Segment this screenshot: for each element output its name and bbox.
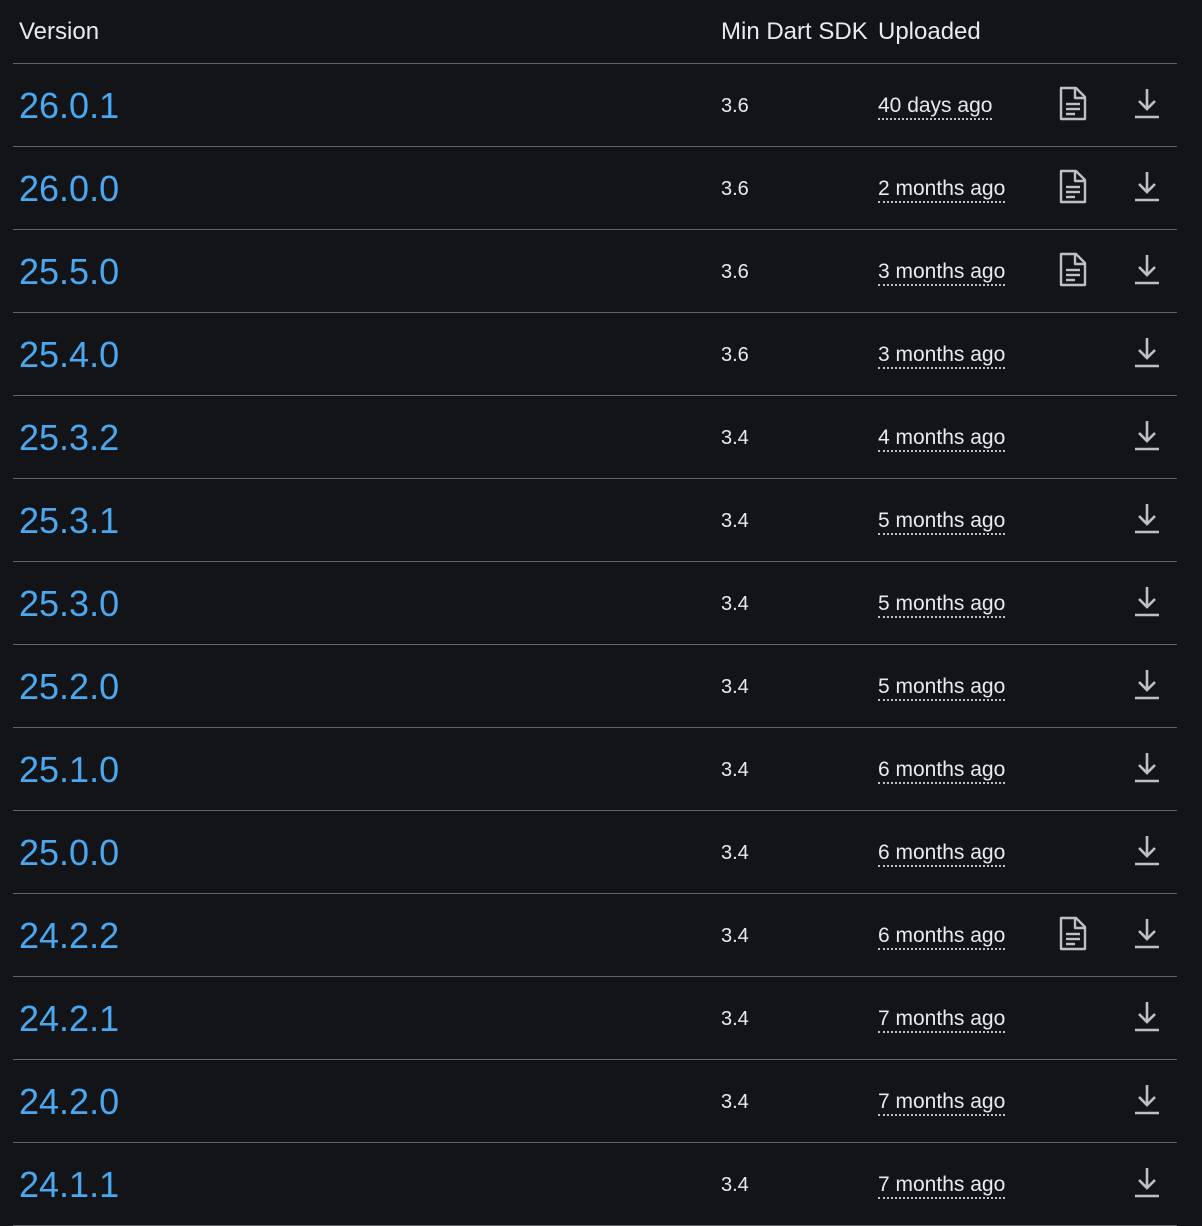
- version-link[interactable]: 24.2.2: [19, 916, 119, 956]
- download-icon[interactable]: [1131, 501, 1163, 537]
- table-row: 25.3.2 3.4 4 months ago: [13, 396, 1177, 479]
- version-link[interactable]: 24.1.1: [19, 1165, 119, 1205]
- uploaded-time: 2 months ago: [878, 177, 1006, 203]
- version-link[interactable]: 26.0.1: [19, 86, 119, 126]
- uploaded-time: 3 months ago: [878, 260, 1006, 286]
- table-row: 25.2.0 3.4 5 months ago: [13, 645, 1177, 728]
- download-icon[interactable]: [1131, 169, 1163, 205]
- table-header: Version Min Dart SDK Uploaded: [13, 0, 1177, 64]
- download-icon[interactable]: [1131, 667, 1163, 703]
- min-dart-sdk-value: 3.6: [721, 178, 749, 200]
- changelog-icon[interactable]: [1056, 169, 1088, 205]
- uploaded-time: 7 months ago: [878, 1007, 1006, 1033]
- table-row: 24.1.1 3.4 7 months ago: [13, 1143, 1177, 1226]
- download-icon[interactable]: [1131, 833, 1163, 869]
- table-row: 26.0.1 3.6 40 days ago: [13, 64, 1177, 147]
- version-link[interactable]: 24.2.0: [19, 1082, 119, 1122]
- download-icon[interactable]: [1131, 252, 1163, 288]
- uploaded-time: 5 months ago: [878, 509, 1006, 535]
- changelog-icon[interactable]: [1056, 252, 1088, 288]
- min-dart-sdk-value: 3.4: [721, 593, 749, 615]
- min-dart-sdk-column-header: Min Dart SDK: [721, 18, 868, 45]
- table-row: 25.3.0 3.4 5 months ago: [13, 562, 1177, 645]
- min-dart-sdk-value: 3.4: [721, 427, 749, 449]
- uploaded-time: 4 months ago: [878, 426, 1006, 452]
- download-icon[interactable]: [1131, 584, 1163, 620]
- min-dart-sdk-value: 3.4: [721, 510, 749, 532]
- min-dart-sdk-value: 3.4: [721, 842, 749, 864]
- uploaded-time: 7 months ago: [878, 1090, 1006, 1116]
- version-link[interactable]: 24.2.1: [19, 999, 119, 1039]
- download-icon[interactable]: [1131, 1165, 1163, 1201]
- min-dart-sdk-value: 3.4: [721, 1174, 749, 1196]
- version-link[interactable]: 25.3.1: [19, 501, 119, 541]
- table-body: 26.0.1 3.6 40 days ago 26.0.0 3.6 2 mont…: [13, 64, 1177, 1226]
- min-dart-sdk-value: 3.4: [721, 1091, 749, 1113]
- min-dart-sdk-value: 3.4: [721, 759, 749, 781]
- uploaded-column-header: Uploaded: [878, 18, 981, 45]
- download-icon[interactable]: [1131, 86, 1163, 122]
- table-row: 25.5.0 3.6 3 months ago: [13, 230, 1177, 313]
- version-link[interactable]: 25.0.0: [19, 833, 119, 873]
- min-dart-sdk-value: 3.6: [721, 261, 749, 283]
- version-link[interactable]: 25.4.0: [19, 335, 119, 375]
- min-dart-sdk-value: 3.6: [721, 95, 749, 117]
- table-row: 25.0.0 3.4 6 months ago: [13, 811, 1177, 894]
- version-link[interactable]: 25.3.2: [19, 418, 119, 458]
- uploaded-time: 7 months ago: [878, 1173, 1006, 1199]
- version-link[interactable]: 25.2.0: [19, 667, 119, 707]
- uploaded-time: 5 months ago: [878, 675, 1006, 701]
- table-row: 24.2.1 3.4 7 months ago: [13, 977, 1177, 1060]
- download-icon[interactable]: [1131, 418, 1163, 454]
- min-dart-sdk-value: 3.6: [721, 344, 749, 366]
- version-link[interactable]: 25.1.0: [19, 750, 119, 790]
- download-icon[interactable]: [1131, 916, 1163, 952]
- versions-table: Version Min Dart SDK Uploaded 26.0.1 3.6…: [13, 0, 1177, 1226]
- version-link[interactable]: 25.5.0: [19, 252, 119, 292]
- uploaded-time: 6 months ago: [878, 924, 1006, 950]
- download-icon[interactable]: [1131, 999, 1163, 1035]
- uploaded-time: 3 months ago: [878, 343, 1006, 369]
- uploaded-time: 40 days ago: [878, 94, 993, 120]
- download-icon[interactable]: [1131, 1082, 1163, 1118]
- version-link[interactable]: 26.0.0: [19, 169, 119, 209]
- uploaded-time: 6 months ago: [878, 841, 1006, 867]
- min-dart-sdk-value: 3.4: [721, 676, 749, 698]
- table-row: 24.2.0 3.4 7 months ago: [13, 1060, 1177, 1143]
- changelog-icon[interactable]: [1056, 86, 1088, 122]
- version-link[interactable]: 25.3.0: [19, 584, 119, 624]
- uploaded-time: 5 months ago: [878, 592, 1006, 618]
- uploaded-time: 6 months ago: [878, 758, 1006, 784]
- table-row: 26.0.0 3.6 2 months ago: [13, 147, 1177, 230]
- changelog-icon[interactable]: [1056, 916, 1088, 952]
- table-row: 25.3.1 3.4 5 months ago: [13, 479, 1177, 562]
- table-row: 25.1.0 3.4 6 months ago: [13, 728, 1177, 811]
- table-row: 24.2.2 3.4 6 months ago: [13, 894, 1177, 977]
- min-dart-sdk-value: 3.4: [721, 1008, 749, 1030]
- min-dart-sdk-value: 3.4: [721, 925, 749, 947]
- download-icon[interactable]: [1131, 335, 1163, 371]
- download-icon[interactable]: [1131, 750, 1163, 786]
- table-row: 25.4.0 3.6 3 months ago: [13, 313, 1177, 396]
- version-column-header: Version: [19, 18, 100, 45]
